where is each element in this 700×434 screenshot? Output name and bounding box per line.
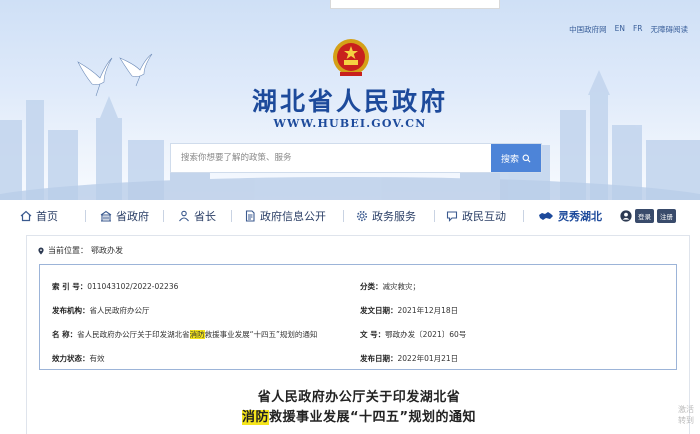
meta-index-no: 索 引 号：011043102/2022-02236 [52,281,178,292]
search-button-label: 搜索 [500,154,519,165]
nav-item-label: 省长 [194,210,216,223]
nav-item-gov-info[interactable]: 政府信息公开 [244,207,326,225]
chat-icon [446,211,458,222]
nav-item-interaction[interactable]: 政民互动 [446,207,506,225]
site-url: WWW.HUBEI.GOV.CN [273,117,427,130]
meta-doc-no: 文 号：鄂政办发〔2021〕60号 [360,329,466,340]
nav-divider [231,210,232,222]
person-icon [179,210,189,222]
search-box: 搜索 [170,143,542,173]
nav-item-gov-services[interactable]: 政务服务 [356,207,416,225]
top-popup-panel [330,0,500,9]
meta-value: 省人民政府办公厅关于印发湖北省 [77,330,190,339]
nav-item-home[interactable]: 首页 [20,207,58,225]
meta-issuer: 发布机构：省人民政府办公厅 [52,305,150,316]
location-pin-icon [38,247,44,254]
search-icon [522,154,531,162]
meta-value: 省人民政府办公厅 [89,306,150,315]
breadcrumb-current[interactable]: 鄂政办发 [91,245,123,256]
nav-item-label: 省政府 [116,210,149,223]
search-highlight: 消防 [241,410,269,425]
register-button[interactable]: 注册 [657,209,676,223]
nav-item-label: 灵秀湖北 [558,210,602,223]
document-title-line1: 省人民政府办公厅关于印发湖北省 [257,390,461,405]
main-nav: 首页 省政府 省长 政府信息公开 政务服务 政民互动 灵秀湖北 登录 注册 [0,200,700,232]
activation-watermark: 激活 转到 [678,404,694,426]
meta-label: 效力状态： [52,354,90,363]
watermark-line: 激活 [678,405,694,414]
meta-value: 鄂政办发〔2021〕60号 [385,330,467,339]
nav-item-label: 首页 [36,210,58,223]
nav-item-governor[interactable]: 省长 [178,207,216,225]
meta-value: 有效 [89,354,105,363]
top-link-en[interactable]: EN [615,24,625,35]
gear-icon [356,210,368,222]
meta-category: 分类：减灾救灾； [360,281,420,292]
nav-divider [434,210,435,222]
meta-status: 效力状态：有效 [52,353,105,364]
header-banner: 中国政府网 EN FR 无障碍阅读 湖北省人民政府 WWW.HUBEI.GOV.… [0,0,700,200]
meta-name: 名 称：省人民政府办公厅关于印发湖北省消防救援事业发展“十四五”规划的通知 [52,329,317,340]
site-title[interactable]: 湖北省人民政府 [0,82,700,118]
meta-issue-date: 发文日期：2021年12月18日 [360,305,458,316]
nav-divider [523,210,524,222]
meta-label: 分类： [360,282,383,291]
watermark-line: 转到 [678,416,694,425]
breadcrumb-prefix: 当前位置： [48,246,88,255]
meta-value: 011043102/2022-02236 [87,282,179,291]
top-link-fr[interactable]: FR [633,24,643,35]
login-button[interactable]: 登录 [635,209,654,223]
meta-value: 减灾救灾； [382,282,421,291]
meta-value: 2022年01月21日 [397,354,459,363]
document-meta-box: 索 引 号：011043102/2022-02236 分类：减灾救灾； 发布机构… [39,264,677,370]
home-icon [20,210,32,222]
hubei-map-icon [539,212,553,220]
meta-value: 救援事业发展“十四五”规划的通知 [204,330,318,339]
nav-item-label: 政府信息公开 [260,210,326,223]
nav-divider [163,210,164,222]
nav-divider [85,210,86,222]
top-link-accessibility[interactable]: 无障碍阅读 [651,24,689,35]
document-title-line2: 消防救援事业发展“十四五”规划的通知 [27,406,691,425]
meta-label: 发布机构： [52,306,90,315]
nav-item-label: 政务服务 [372,210,416,223]
top-link-gov[interactable]: 中国政府网 [569,24,607,35]
top-links: 中国政府网 EN FR 无障碍阅读 [569,24,688,35]
meta-label: 索 引 号： [52,282,88,291]
meta-label: 文 号： [360,330,386,339]
meta-label: 发布日期： [360,354,398,363]
content-panel: 当前位置： 鄂政办发 索 引 号：011043102/2022-02236 分类… [26,235,690,434]
nav-divider [343,210,344,222]
national-emblem-icon[interactable] [331,36,371,78]
document-icon [245,210,255,222]
meta-label: 发文日期： [360,306,398,315]
meta-label: 名 称： [52,330,78,339]
user-avatar-icon[interactable] [620,210,632,222]
user-area: 登录 注册 [620,209,676,223]
search-input[interactable] [171,144,493,172]
nav-item-provincial-gov[interactable]: 省政府 [100,207,149,225]
building-icon [100,210,112,222]
breadcrumb: 当前位置： 鄂政办发 [37,245,123,256]
nav-item-lingxiu-hubei[interactable]: 灵秀湖北 [538,207,602,225]
meta-publish-date: 发布日期：2022年01月21日 [360,353,458,364]
search-highlight: 消防 [189,330,205,339]
document-title-rest: 救援事业发展“十四五”规划的通知 [268,410,477,425]
search-button[interactable]: 搜索 [491,144,541,172]
nav-item-label: 政民互动 [462,210,506,223]
meta-value: 2021年12月18日 [397,306,459,315]
